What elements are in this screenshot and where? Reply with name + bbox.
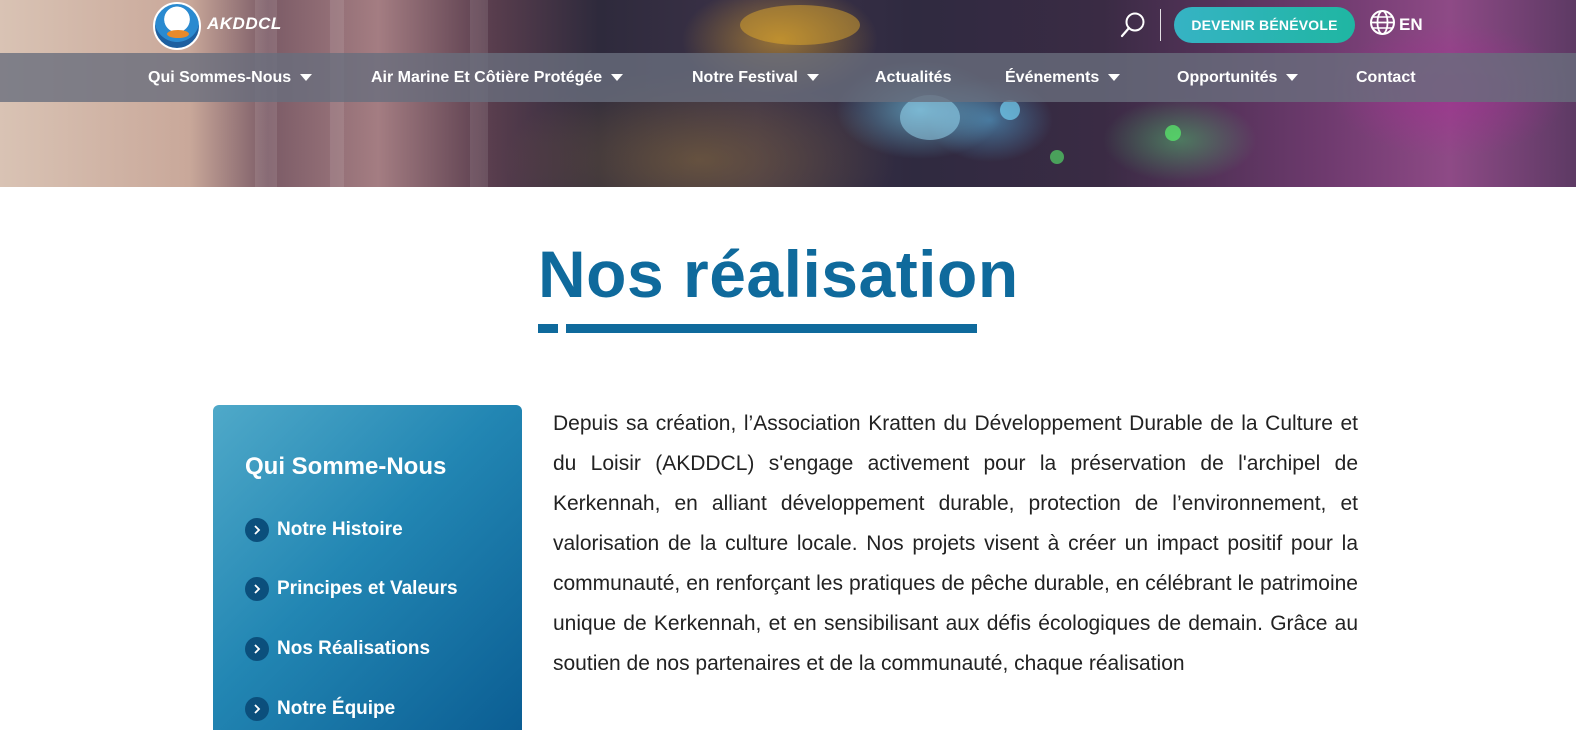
chevron-right-icon xyxy=(245,577,269,601)
logo-text[interactable]: AKDDCL xyxy=(207,14,282,34)
header-divider xyxy=(1160,9,1161,41)
sidebar-title: Qui Somme-Nous xyxy=(245,453,447,480)
chevron-right-icon xyxy=(245,697,269,721)
nav-item-label: Opportunités xyxy=(1177,68,1278,86)
sidebar-item-label: Notre Équipe xyxy=(277,698,396,719)
nav-item-label: Air Marine Et Côtière Protégée xyxy=(371,68,603,86)
language-switcher[interactable]: EN xyxy=(1369,9,1423,41)
title-underline xyxy=(566,324,977,333)
sidebar-item-notre-equipe[interactable]: Notre Équipe xyxy=(245,695,395,723)
page-title: Nos réalisation xyxy=(538,237,1019,311)
caret-down-icon xyxy=(611,74,624,81)
sidebar-item-label: Principes et Valeurs xyxy=(277,578,458,599)
globe-icon xyxy=(1369,9,1396,41)
hero-decoration xyxy=(1000,100,1020,120)
caret-down-icon xyxy=(1286,74,1299,81)
caret-down-icon xyxy=(1108,74,1121,81)
nav-item-label: Événements xyxy=(1005,68,1100,86)
chevron-right-icon xyxy=(245,518,269,542)
hero-decoration xyxy=(1050,150,1064,164)
nav-item-air-marine[interactable]: Air Marine Et Côtière Protégée xyxy=(371,53,624,102)
intro-paragraph: Depuis sa création, l’Association Kratte… xyxy=(553,412,1358,675)
language-label: EN xyxy=(1399,15,1423,34)
caret-down-icon xyxy=(806,74,819,81)
nav-item-notre-festival[interactable]: Notre Festival xyxy=(692,53,819,102)
search-icon[interactable] xyxy=(1119,11,1147,39)
chevron-right-icon xyxy=(245,637,269,661)
sidebar-menu: Qui Somme-Nous Notre Histoire Principes … xyxy=(213,405,522,730)
nav-item-label: Actualités xyxy=(875,68,952,86)
nav-item-label: Qui Sommes-Nous xyxy=(148,68,292,86)
nav-item-qui-sommes-nous[interactable]: Qui Sommes-Nous xyxy=(148,53,313,102)
become-volunteer-button[interactable]: DEVENIR BÉNÉVOLE xyxy=(1174,7,1355,43)
logo-image[interactable] xyxy=(153,2,201,50)
nav-item-evenements[interactable]: Événements xyxy=(1005,53,1121,102)
nav-item-opportunites[interactable]: Opportunités xyxy=(1177,53,1299,102)
hero-decoration xyxy=(1165,125,1181,141)
main-navigation: Qui Sommes-Nous Air Marine Et Côtière Pr… xyxy=(0,53,1576,102)
sidebar-item-label: Nos Réalisations xyxy=(277,638,431,659)
nav-item-contact[interactable]: Contact xyxy=(1356,53,1416,102)
sidebar-item-principes-et-valeurs[interactable]: Principes et Valeurs xyxy=(245,575,458,603)
nav-item-label: Notre Festival xyxy=(692,68,798,86)
sidebar-item-label: Notre Histoire xyxy=(277,519,403,540)
sidebar-item-notre-histoire[interactable]: Notre Histoire xyxy=(245,516,403,544)
sidebar-item-nos-realisations[interactable]: Nos Réalisations xyxy=(245,635,430,663)
title-underline-accent xyxy=(538,324,558,333)
nav-item-actualites[interactable]: Actualités xyxy=(875,53,951,102)
hero-decoration xyxy=(740,5,860,45)
nav-item-label: Contact xyxy=(1356,68,1416,86)
logo-island-shape xyxy=(167,30,189,38)
caret-down-icon xyxy=(300,74,313,81)
